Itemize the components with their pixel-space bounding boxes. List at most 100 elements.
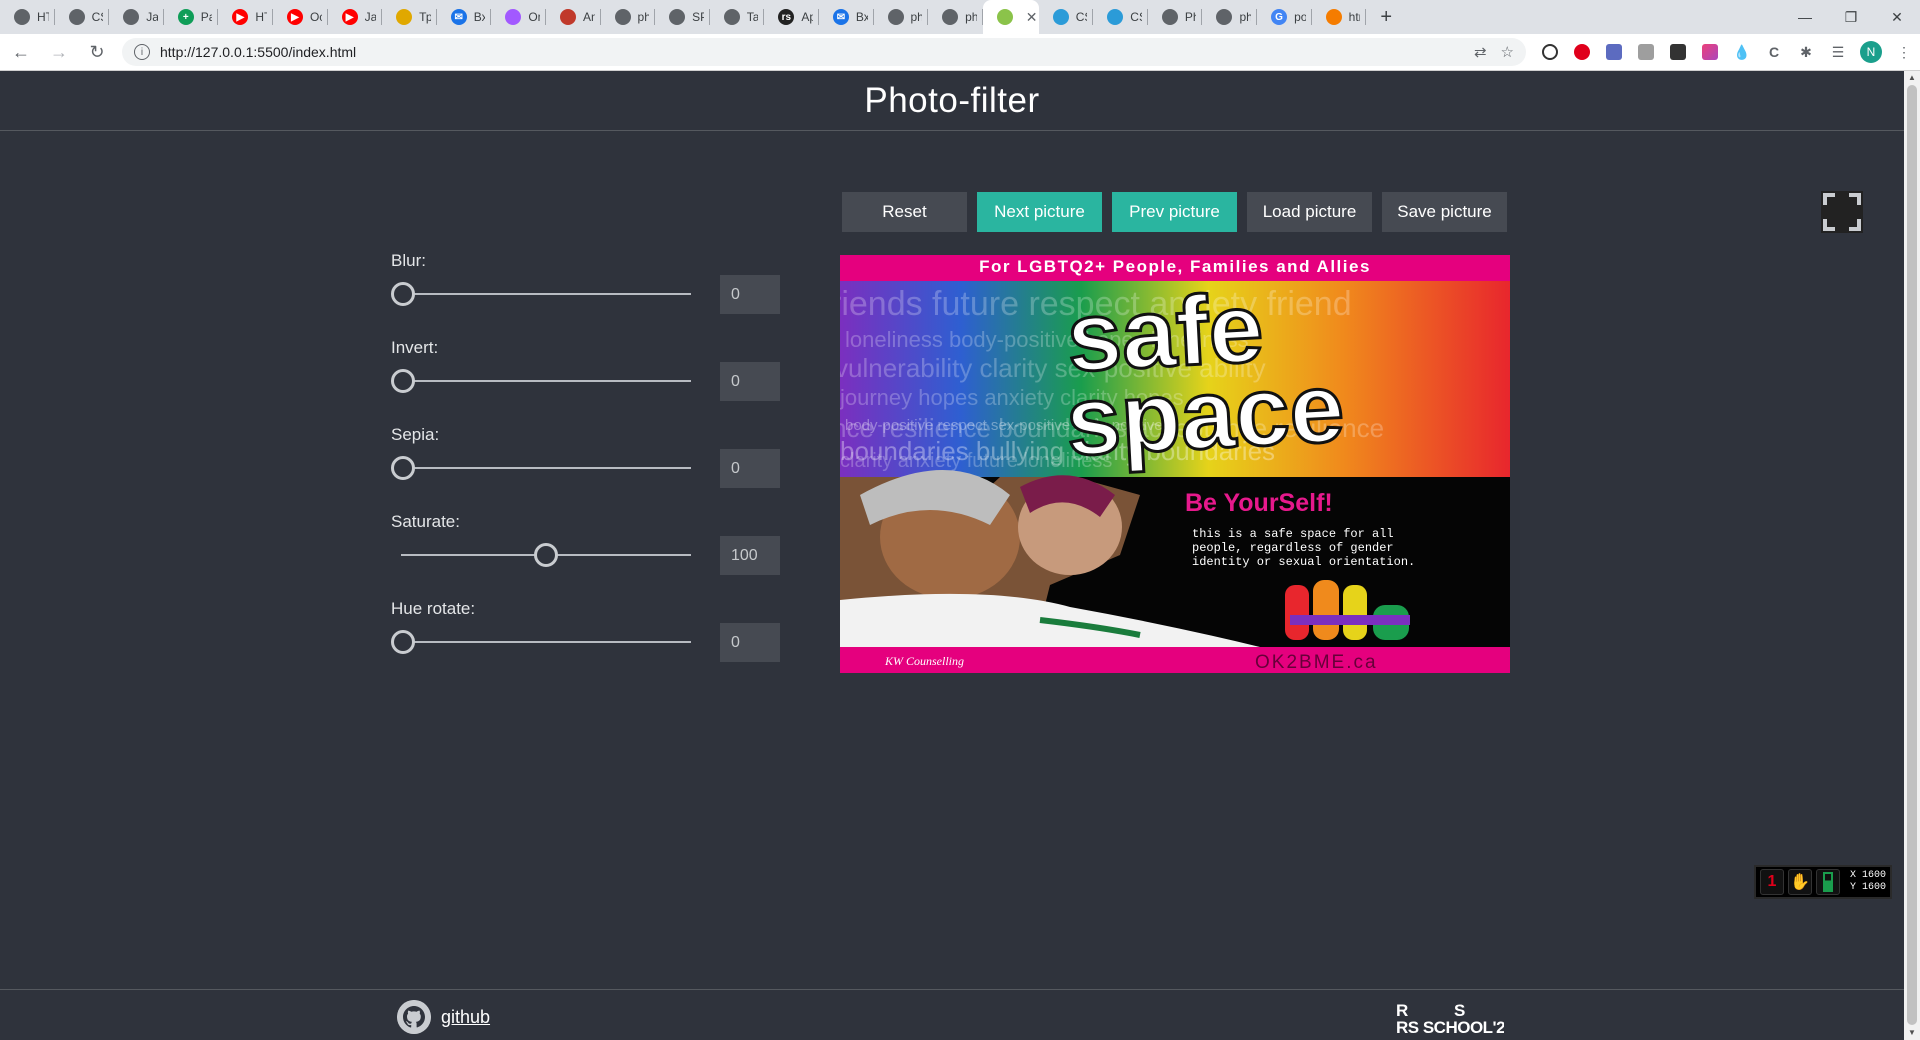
drop-icon[interactable]: 💧 — [1726, 36, 1758, 68]
browser-tab[interactable]: phot — [601, 0, 656, 34]
extension-icon[interactable] — [1662, 36, 1694, 68]
vertical-scrollbar[interactable]: ▲ ▼ — [1904, 71, 1920, 1040]
filter-label: Sepia: — [391, 425, 440, 444]
filter-slider-track[interactable] — [401, 293, 691, 295]
github-link[interactable]: github — [441, 1007, 490, 1028]
url-text[interactable]: http://127.0.0.1:5500/index.html — [160, 44, 1460, 60]
scrollbar-thumb[interactable] — [1907, 85, 1917, 1025]
browser-tab[interactable]: phot — [874, 0, 929, 34]
filter-slider-track[interactable] — [401, 380, 691, 382]
reset-button[interactable]: Reset — [842, 192, 967, 232]
tab-label: phot — [1239, 10, 1252, 24]
tab-label: HTM — [255, 10, 267, 24]
save-picture-button[interactable]: Save picture — [1382, 192, 1507, 232]
browser-tab[interactable]: Tasks — [710, 0, 765, 34]
browser-tab[interactable]: Тран — [382, 0, 437, 34]
filter-value-output: 0 — [720, 449, 780, 488]
filter-slider-thumb[interactable] — [391, 630, 415, 654]
tab-label: Вход — [473, 10, 486, 24]
mouse-coordinates: X 1600 Y 1600 — [1850, 870, 1886, 894]
browser-tab[interactable]: phot — [1202, 0, 1257, 34]
forward-icon[interactable]: → — [42, 35, 76, 69]
browser-tab[interactable]: JavaS — [109, 0, 164, 34]
site-info-icon[interactable]: i — [134, 44, 150, 60]
browser-tab[interactable]: html — [1312, 0, 1367, 34]
browser-tab[interactable]: ▶ Осно — [273, 0, 328, 34]
minimize-icon[interactable]: — — [1782, 0, 1828, 34]
filters-panel: Blur: 0 Invert: 0 Sepia: 0 Saturate: 100 Hue rot… — [391, 251, 781, 686]
profile-avatar[interactable]: N — [1860, 41, 1882, 63]
browser-tab[interactable]: ✉ Вход — [819, 0, 874, 34]
browser-tab[interactable]: Anto — [546, 0, 601, 34]
extension-icon[interactable] — [1630, 36, 1662, 68]
browser-tab[interactable]: CSS l — [1093, 0, 1148, 34]
tab-favicon-icon — [505, 9, 522, 25]
tab-favicon-icon — [1325, 9, 1342, 25]
github-icon[interactable] — [397, 1000, 431, 1034]
page-title: Photo-filter — [864, 80, 1040, 120]
browser-tab[interactable]: CSS l — [1039, 0, 1094, 34]
extension-icon[interactable]: C — [1758, 36, 1790, 68]
extension-icon[interactable] — [1694, 36, 1726, 68]
filter-value-output: 0 — [720, 362, 780, 401]
fullscreen-icon[interactable] — [1821, 191, 1863, 233]
scroll-up-arrow-icon[interactable]: ▲ — [1904, 71, 1920, 85]
prev-picture-button[interactable]: Prev picture — [1112, 192, 1237, 232]
browser-tab[interactable]: Gposte — [1257, 0, 1312, 34]
tab-favicon-icon: ✉ — [832, 9, 849, 25]
reading-list-icon[interactable]: ☰ — [1822, 36, 1854, 68]
browser-tab[interactable]: Phot — [1148, 0, 1203, 34]
tab-favicon-icon — [14, 9, 30, 25]
filter-slider-track[interactable] — [401, 467, 691, 469]
browser-tab[interactable]: rs App — [764, 0, 819, 34]
browser-tab[interactable]: CSS p — [55, 0, 110, 34]
filter-value-output: 0 — [720, 623, 780, 662]
rs-school-logo[interactable]: R S RS SCHOOL'21 — [1394, 996, 1504, 1036]
filter-slider-thumb[interactable] — [391, 369, 415, 393]
tab-favicon-icon — [887, 9, 904, 25]
browser-toolbar: ← → ↻ i http://127.0.0.1:5500/index.html… — [0, 34, 1920, 71]
filter-row: Blur: 0 — [391, 251, 781, 338]
browser-tab[interactable]: phot — [928, 0, 983, 34]
filter-slider-track[interactable] — [401, 641, 691, 643]
opera-extension-icon[interactable] — [1566, 36, 1598, 68]
back-icon[interactable]: ← — [4, 35, 38, 69]
filter-value-output: 100 — [720, 536, 780, 575]
extension-icon[interactable] — [1598, 36, 1630, 68]
translate-icon[interactable]: ⇄ — [1474, 43, 1487, 61]
tab-close-icon[interactable]: ✕ — [1020, 9, 1038, 26]
browser-tab[interactable]: ▶ JavaS — [328, 0, 383, 34]
filter-label: Hue rotate: — [391, 599, 476, 618]
filter-slider-thumb[interactable] — [534, 543, 558, 567]
tab-favicon-icon — [614, 9, 631, 25]
menu-icon[interactable]: ⋮ — [1888, 36, 1920, 68]
tab-favicon-icon: ▶ — [232, 9, 249, 25]
svg-text:RS SCHOOL'21: RS SCHOOL'21 — [1396, 1018, 1504, 1036]
poster-website: OK2BME.ca — [1255, 652, 1378, 673]
browser-tab[interactable]: + Pacn — [164, 0, 219, 34]
tab-label: phot — [910, 10, 923, 24]
extension-icon[interactable] — [1534, 36, 1566, 68]
restore-icon[interactable]: ❐ — [1828, 0, 1874, 34]
bookmark-star-icon[interactable]: ☆ — [1501, 43, 1514, 61]
next-picture-button[interactable]: Next picture — [977, 192, 1102, 232]
poster-logo: KW Counselling — [884, 654, 964, 668]
browser-tab[interactable]: SPOI — [655, 0, 710, 34]
load-picture-button[interactable]: Load picture — [1247, 192, 1372, 232]
filter-slider-thumb[interactable] — [391, 456, 415, 480]
address-bar[interactable]: i http://127.0.0.1:5500/index.html ⇄ ☆ — [122, 38, 1526, 66]
filter-slider-thumb[interactable] — [391, 282, 415, 306]
reload-icon[interactable]: ↻ — [80, 35, 114, 69]
new-tab-icon[interactable]: + — [1366, 0, 1406, 34]
tab-label: Onlin — [528, 10, 540, 24]
browser-tab[interactable]: Onlin — [491, 0, 546, 34]
browser-tab[interactable]: ✉ Вход — [437, 0, 492, 34]
scroll-down-arrow-icon[interactable]: ▼ — [1904, 1026, 1920, 1040]
puzzle-icon[interactable]: ✱ — [1790, 36, 1822, 68]
close-window-icon[interactable]: ✕ — [1874, 0, 1920, 34]
browser-tab[interactable]: ▶ HTM — [218, 0, 273, 34]
tab-label: poste — [1294, 10, 1306, 24]
tab-label: CSS p — [91, 10, 104, 24]
browser-tab[interactable]: p✕ — [982, 0, 1039, 34]
browser-tab[interactable]: HTM — [0, 0, 55, 34]
